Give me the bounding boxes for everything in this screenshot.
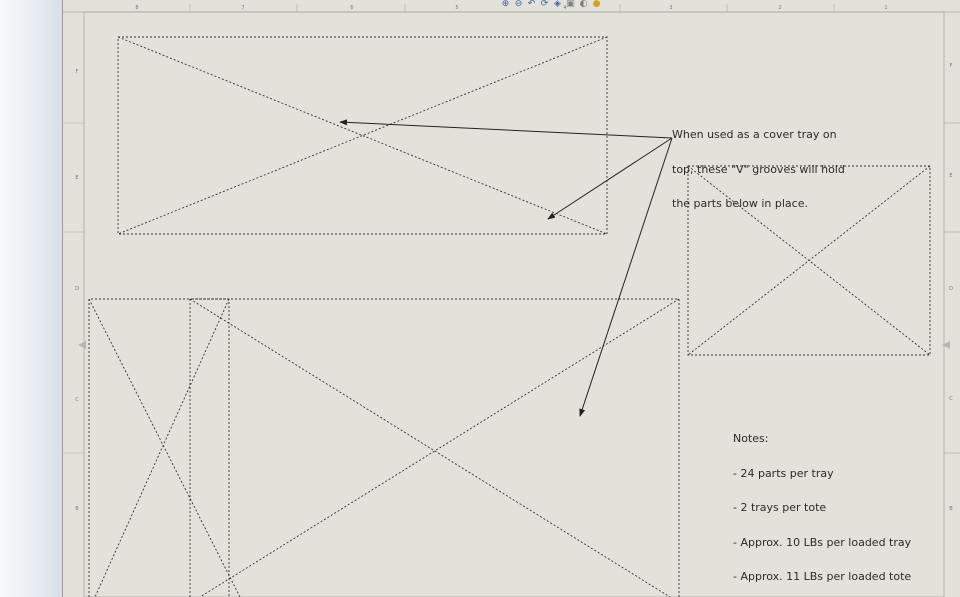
row-marker: C	[75, 397, 79, 403]
notes-item: - 24 parts per tray	[733, 466, 834, 480]
column-marker: 8	[135, 5, 138, 11]
column-marker: 7	[241, 5, 244, 11]
leader-arrow-to-top-corner[interactable]	[547, 137, 673, 220]
column-marker: 6	[350, 5, 353, 11]
notes-item: - Approx. 11 LBs per loaded tote	[733, 570, 912, 583]
row-marker: B	[75, 506, 79, 512]
annotation-line: top, these "V" grooves will hold	[672, 162, 845, 176]
column-marker: 2	[778, 5, 781, 11]
column-marker: 5	[455, 5, 458, 11]
row-marker: E	[949, 173, 952, 179]
annotation-line: the parts below in place.	[672, 197, 808, 210]
leader-arrow-to-top-groove[interactable]	[339, 119, 673, 139]
view-placeholder-bottom-large[interactable]	[88, 298, 680, 597]
notes-item: - 2 trays per tote	[733, 501, 827, 514]
column-marker: 4	[563, 5, 566, 11]
view-placeholder-top-left[interactable]	[117, 36, 608, 235]
notes-block[interactable]: Notes: - 24 parts per tray - 2 trays per…	[733, 410, 911, 594]
row-marker: D	[75, 286, 79, 292]
row-marker: E	[75, 175, 78, 181]
notes-title: Notes:	[733, 432, 769, 445]
row-marker: F	[76, 69, 79, 75]
view-placeholder-bottom-narrow[interactable]	[94, 298, 230, 597]
sheet-center-marker-right	[942, 341, 950, 349]
notes-item: - Approx. 10 LBs per loaded tray	[733, 535, 912, 549]
leader-arrows[interactable]	[339, 119, 673, 417]
row-marker: C	[949, 396, 953, 402]
sheet-center-marker-left	[78, 341, 86, 349]
annotation-note[interactable]: When used as a cover tray on top, these …	[672, 106, 845, 221]
row-marker: B	[949, 506, 953, 512]
leader-arrow-to-bottom-view[interactable]	[579, 137, 673, 417]
annotation-line: When used as a cover tray on	[672, 128, 837, 141]
row-marker: D	[949, 286, 953, 292]
column-marker: 1	[884, 5, 887, 11]
column-marker: 3	[669, 5, 672, 11]
row-marker: F	[950, 63, 953, 69]
